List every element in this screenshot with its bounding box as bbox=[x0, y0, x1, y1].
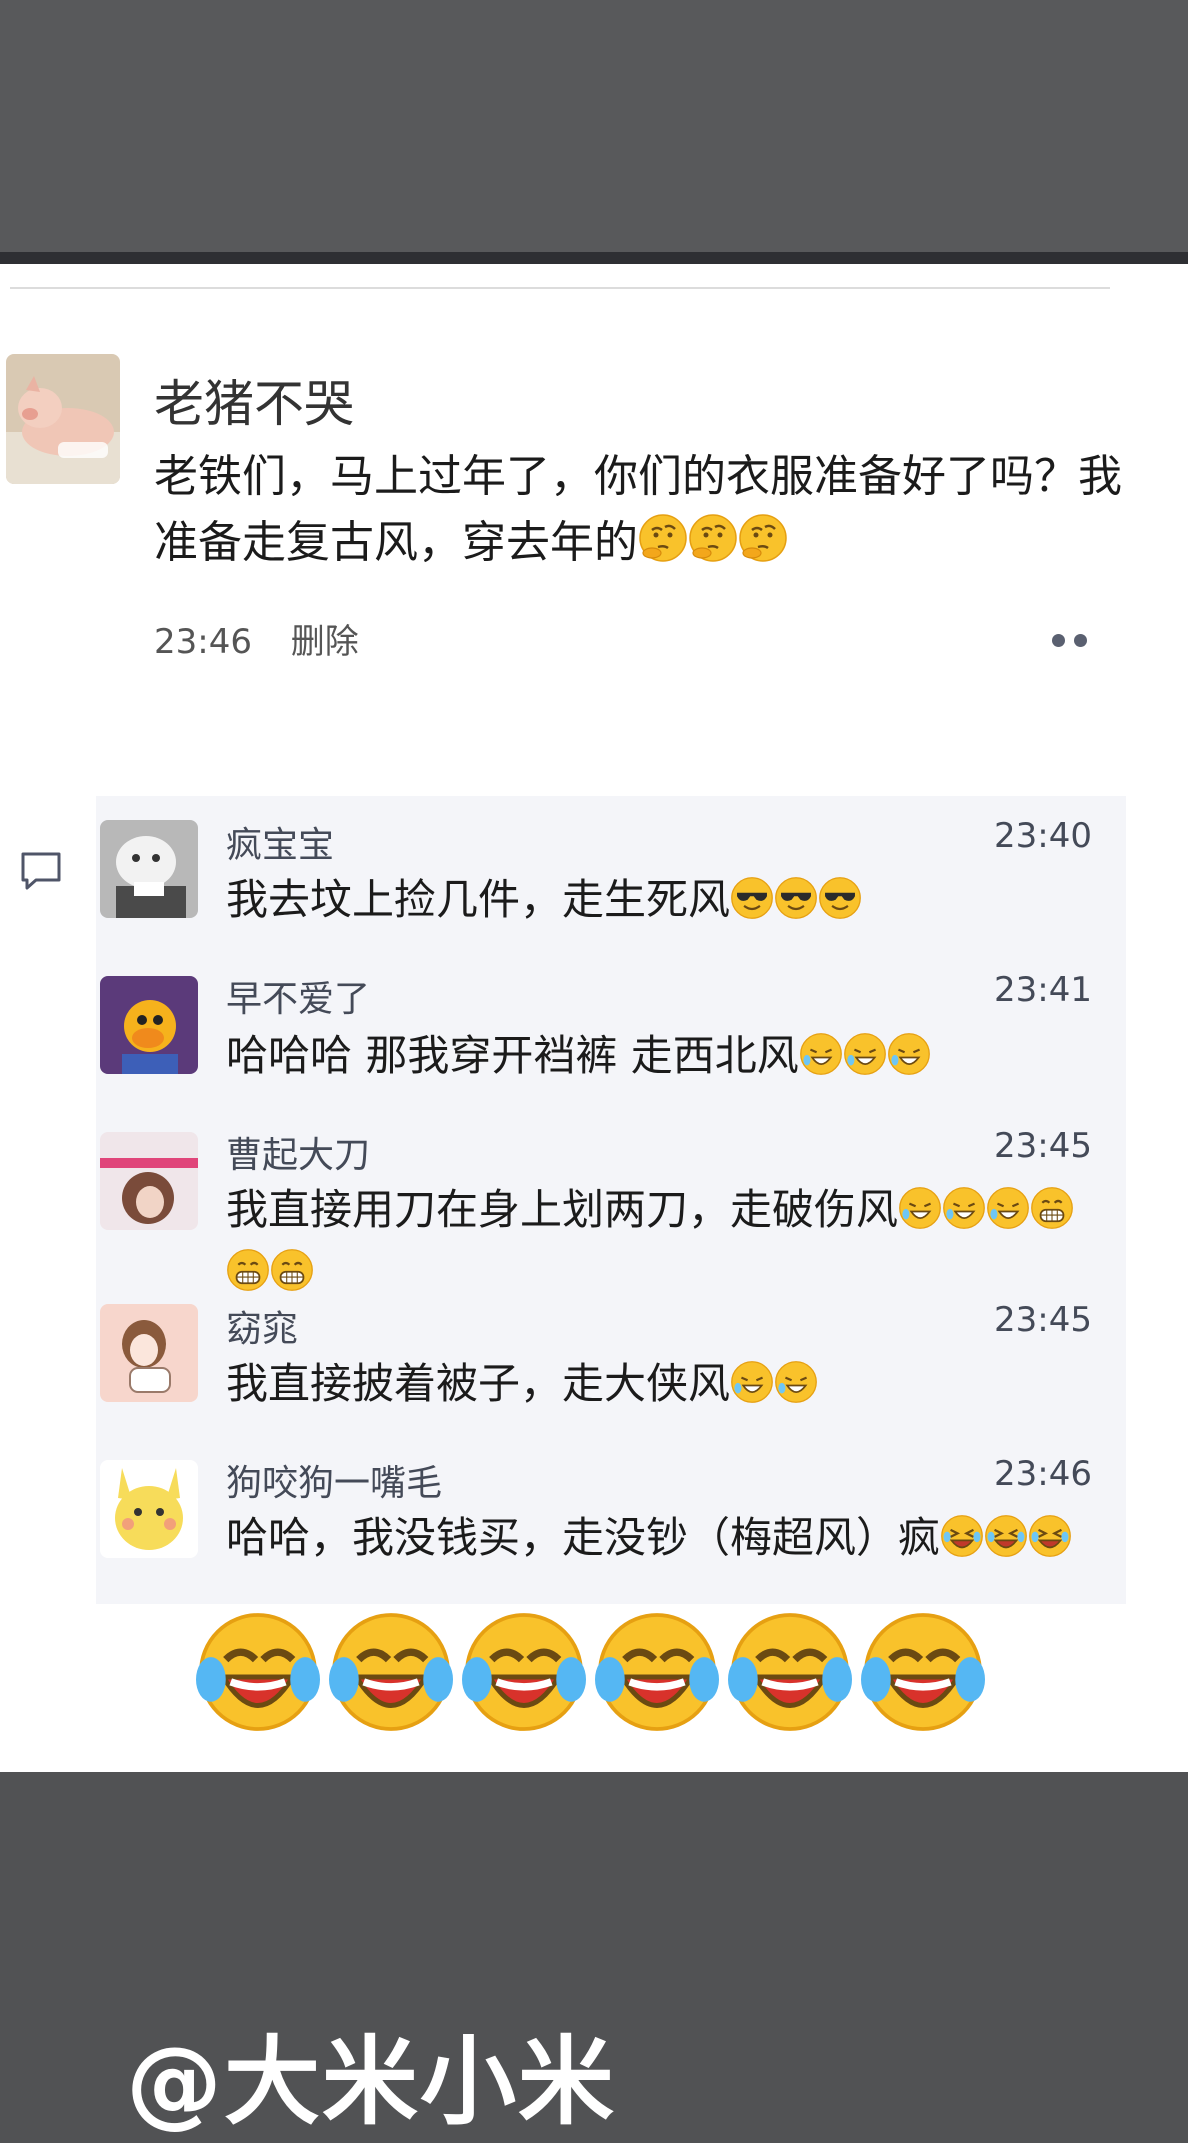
grinning-face-icon bbox=[226, 1248, 270, 1306]
moment-card: 老猪不哭 老铁们，马上过年了，你们的衣服准备好了吗？我准备走复古风，穿去年的 2… bbox=[0, 264, 1188, 1772]
crying-laughing-icon bbox=[595, 1610, 719, 1738]
comment-text: 哈哈，我没钱买，走没钞（梅超风）疯 bbox=[226, 1510, 1096, 1572]
post-meta: 23:46 删除 bbox=[154, 614, 387, 663]
comment-author[interactable]: 狗咬狗一嘴毛 bbox=[226, 1454, 442, 1506]
comment-time: 23:41 bbox=[994, 970, 1092, 1010]
comment-text-content: 哈哈，我没钱买，走没钞（梅超风）疯 bbox=[226, 1513, 941, 1562]
comment-time: 23:45 bbox=[994, 1300, 1092, 1340]
rolling-laugh-icon bbox=[730, 1360, 774, 1418]
sunglasses-face-icon bbox=[774, 876, 818, 934]
comment-author[interactable]: 早不爱了 bbox=[226, 970, 370, 1022]
comment-text: 我直接披着被子，走大侠风 bbox=[226, 1356, 1096, 1418]
comment-avatar[interactable] bbox=[100, 1304, 198, 1402]
comment-text: 我去坟上捡几件，走生死风 bbox=[226, 872, 1096, 934]
comment-avatar[interactable] bbox=[100, 1460, 198, 1558]
comment-text: 我直接用刀在身上划两刀，走破伤风 bbox=[226, 1182, 1096, 1306]
comment-avatar[interactable] bbox=[100, 1132, 198, 1230]
rolling-laugh-icon bbox=[898, 1186, 942, 1244]
comment-text-content: 我直接用刀在身上划两刀，走破伤风 bbox=[226, 1185, 899, 1234]
thinking-face-icon bbox=[688, 513, 738, 582]
comment-author[interactable]: 曹起大刀 bbox=[226, 1126, 370, 1178]
thinking-face-icon bbox=[638, 513, 688, 582]
sunglasses-face-icon bbox=[730, 876, 774, 934]
crying-laughing-icon bbox=[196, 1610, 320, 1738]
rolling-laugh-icon bbox=[799, 1032, 843, 1090]
post-author-name[interactable]: 老猪不哭 bbox=[154, 364, 354, 436]
comment-text-content: 我直接披着被子，走大侠风 bbox=[226, 1359, 731, 1408]
comment-author[interactable]: 窈窕 bbox=[226, 1300, 298, 1352]
crying-laughing-icon bbox=[329, 1610, 453, 1738]
comment-author[interactable]: 疯宝宝 bbox=[226, 816, 334, 868]
top-edge-shadow bbox=[0, 252, 1188, 264]
comment-text: 哈哈哈 那我穿开裆裤 走西北风 bbox=[226, 1028, 1096, 1090]
thinking-face-icon bbox=[738, 513, 788, 582]
laughing-tears-icon bbox=[1028, 1514, 1072, 1572]
delete-link[interactable]: 删除 bbox=[291, 622, 359, 662]
crying-laughing-icon bbox=[728, 1610, 852, 1738]
comment-time: 23:40 bbox=[994, 816, 1092, 856]
comment-text-content: 哈哈哈 那我穿开裆裤 走西北风 bbox=[226, 1031, 799, 1080]
post-avatar[interactable] bbox=[6, 354, 120, 484]
laughing-tears-icon bbox=[984, 1514, 1028, 1572]
watermark: @大米小米 bbox=[126, 2026, 616, 2138]
grinning-face-icon bbox=[270, 1248, 314, 1306]
top-dark-band bbox=[0, 0, 1188, 255]
rolling-laugh-icon bbox=[843, 1032, 887, 1090]
more-options-icon[interactable] bbox=[1052, 634, 1098, 648]
post-time: 23:46 bbox=[154, 622, 252, 662]
comment-avatar[interactable] bbox=[100, 820, 198, 918]
top-divider bbox=[10, 287, 1110, 289]
rolling-laugh-icon bbox=[887, 1032, 931, 1090]
grinning-face-icon bbox=[1030, 1186, 1074, 1244]
crying-laughing-icon bbox=[462, 1610, 586, 1738]
rolling-laugh-icon bbox=[942, 1186, 986, 1244]
reaction-emoji-row bbox=[196, 1610, 996, 1736]
comment-text-content: 我去坟上捡几件，走生死风 bbox=[226, 875, 731, 924]
comment-icon[interactable] bbox=[18, 848, 64, 892]
comment-time: 23:45 bbox=[994, 1126, 1092, 1166]
sunglasses-face-icon bbox=[818, 876, 862, 934]
rolling-laugh-icon bbox=[986, 1186, 1030, 1244]
laughing-tears-icon bbox=[940, 1514, 984, 1572]
comment-time: 23:46 bbox=[994, 1454, 1092, 1494]
crying-laughing-icon bbox=[861, 1610, 985, 1738]
comment-avatar[interactable] bbox=[100, 976, 198, 1074]
rolling-laugh-icon bbox=[774, 1360, 818, 1418]
post-text: 老铁们，马上过年了，你们的衣服准备好了吗？我准备走复古风，穿去年的 bbox=[154, 444, 1134, 582]
